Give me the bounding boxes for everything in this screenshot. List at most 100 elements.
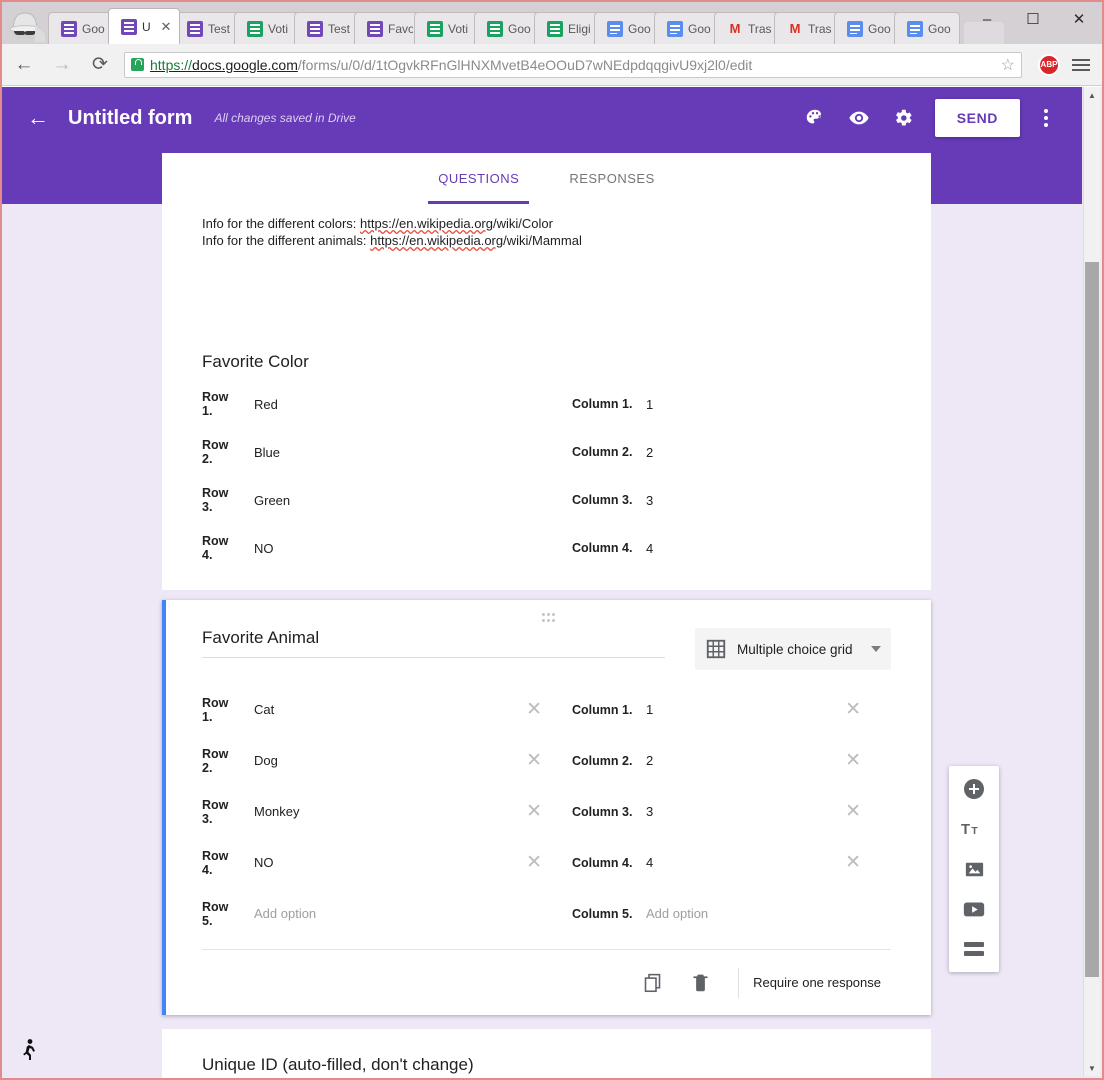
question-title-input[interactable]: Favorite Animal <box>202 628 665 658</box>
question-footer-toolbar: Require one response <box>202 949 891 1015</box>
row-value[interactable]: Blue <box>254 445 280 460</box>
browser-tab[interactable]: Test <box>294 12 360 44</box>
add-column-option[interactable]: Add option <box>646 906 708 921</box>
page-scrollbar[interactable]: ▲ ▼ <box>1083 87 1100 1076</box>
browser-tab[interactable]: M Tras <box>774 12 840 44</box>
remove-column-icon[interactable]: ✕ <box>845 853 861 872</box>
tab-questions[interactable]: QUESTIONS <box>428 153 530 204</box>
row-value[interactable]: Green <box>254 493 290 508</box>
maximize-button[interactable]: ☐ <box>1010 4 1056 34</box>
column-value[interactable]: 1 <box>646 397 653 412</box>
toolbar-divider <box>738 967 740 998</box>
back-to-drive-icon[interactable]: ← <box>18 105 58 131</box>
drag-handle-icon[interactable] <box>166 610 931 622</box>
column-value[interactable]: 3 <box>646 493 653 508</box>
question-type-select[interactable]: Multiple choice grid <box>695 628 891 670</box>
column-value-input[interactable]: 2 <box>646 753 653 768</box>
google-forms-icon <box>307 20 323 37</box>
tab-title: Test <box>328 21 351 36</box>
adblock-extension-icon[interactable]: ABP <box>1038 53 1060 76</box>
remove-column-icon[interactable]: ✕ <box>845 700 861 719</box>
row-number: Row 1. <box>202 695 229 724</box>
column-value-input[interactable]: 4 <box>646 855 653 870</box>
row-value-input[interactable]: NO <box>254 855 274 870</box>
wikipedia-link-color[interactable]: https://en.wikipedia.org <box>360 216 493 231</box>
browser-tab[interactable]: Favo <box>354 12 420 44</box>
tab-close-icon[interactable]: ✕ <box>159 20 173 34</box>
remove-row-icon[interactable]: ✕ <box>526 751 542 770</box>
browser-tab[interactable]: Voti <box>414 12 480 44</box>
palette-icon[interactable] <box>793 96 837 140</box>
running-person-icon[interactable] <box>20 1038 40 1062</box>
address-bar[interactable]: https://docs.google.com/forms/u/0/d/1tOg… <box>124 51 1022 78</box>
remove-row-icon[interactable]: ✕ <box>526 802 542 821</box>
tab-responses[interactable]: RESPONSES <box>569 153 654 204</box>
remove-row-icon[interactable]: ✕ <box>526 853 542 872</box>
browser-tab-active[interactable]: U ✕ <box>108 8 180 44</box>
close-window-button[interactable]: ✕ <box>1056 4 1102 34</box>
row-value[interactable]: Red <box>254 397 278 412</box>
column-value-input[interactable]: 3 <box>646 804 653 819</box>
add-question-icon[interactable] <box>954 774 994 804</box>
minimize-button[interactable]: – <box>964 4 1010 34</box>
add-row-option[interactable]: Add option <box>254 906 316 921</box>
column-number: Column 4. <box>572 855 633 870</box>
wikipedia-link-animal[interactable]: https://en.wikipedia.org <box>370 233 503 248</box>
trash-icon[interactable] <box>676 959 724 1007</box>
forms-header: ← Untitled form All changes saved in Dri… <box>2 87 1082 204</box>
form-title[interactable]: Untitled form <box>68 107 192 130</box>
scroll-up-icon[interactable]: ▲ <box>1084 87 1100 103</box>
grid-option-row: Row 2. Dog ✕ Column 2. 2 ✕ <box>202 735 891 786</box>
scroll-down-icon[interactable]: ▼ <box>1084 1060 1100 1076</box>
browser-tab[interactable]: Voti <box>234 12 300 44</box>
browser-tab[interactable]: Goo <box>654 12 720 44</box>
preview-eye-icon[interactable] <box>837 96 881 140</box>
column-value[interactable]: 4 <box>646 541 653 556</box>
tab-title: Tras <box>808 21 832 36</box>
browser-tab[interactable]: Eligi <box>534 12 600 44</box>
column-value[interactable]: 2 <box>646 445 653 460</box>
google-forms-icon <box>121 18 137 35</box>
browser-tab[interactable]: Goo <box>894 12 960 44</box>
question-card-favorite-color[interactable]: Favorite Color Row 1. Red Column 1. 1 Ro… <box>162 334 931 590</box>
form-column: Info for the different colors: https://e… <box>162 204 931 1078</box>
browser-tab[interactable]: Goo <box>594 12 660 44</box>
remove-column-icon[interactable]: ✕ <box>845 751 861 770</box>
browser-tab[interactable]: Test <box>174 12 240 44</box>
duplicate-icon[interactable] <box>628 959 676 1007</box>
forward-button[interactable]: → <box>46 49 78 81</box>
reload-button[interactable]: ⟳ <box>84 49 116 81</box>
scrollbar-thumb[interactable] <box>1085 262 1099 977</box>
chrome-menu-icon[interactable] <box>1068 56 1094 74</box>
grid-option-row: Row 3. Green Column 3. 3 <box>202 476 891 524</box>
remove-row-icon[interactable]: ✕ <box>526 700 542 719</box>
row-value-input[interactable]: Monkey <box>254 804 300 819</box>
row-value-input[interactable]: Cat <box>254 702 274 717</box>
question-card-unique-id[interactable]: Unique ID (auto-filled, don't change) Sh… <box>162 1029 931 1078</box>
browser-tab[interactable]: M Tras <box>714 12 780 44</box>
row-number: Row 5. <box>202 899 229 928</box>
row-number: Row 1. <box>202 390 229 418</box>
column-value-input[interactable]: 1 <box>646 702 653 717</box>
row-value[interactable]: NO <box>254 541 274 556</box>
settings-gear-icon[interactable] <box>881 96 925 140</box>
add-title-icon[interactable]: T T <box>954 814 994 844</box>
question-card-favorite-animal[interactable]: Favorite Animal Multiple choice grid Row… <box>162 600 931 1015</box>
remove-column-icon[interactable]: ✕ <box>845 802 861 821</box>
send-button[interactable]: SEND <box>934 99 1020 137</box>
add-image-icon[interactable] <box>954 854 994 884</box>
row-number: Row 2. <box>202 438 229 466</box>
grid-option-row: Row 1. Cat ✕ Column 1. 1 ✕ <box>202 684 891 735</box>
browser-tab[interactable]: Goo <box>834 12 900 44</box>
google-sheets-icon <box>487 20 503 37</box>
chevron-down-icon[interactable] <box>871 646 881 652</box>
add-video-icon[interactable] <box>954 894 994 924</box>
add-section-icon[interactable] <box>954 934 994 964</box>
more-vertical-icon[interactable] <box>1026 109 1066 127</box>
tab-title: Eligi <box>568 21 591 36</box>
row-value-input[interactable]: Dog <box>254 753 278 768</box>
browser-tab[interactable]: Goo <box>474 12 540 44</box>
back-button[interactable]: ← <box>8 49 40 81</box>
browser-tab[interactable]: Goo ✕ <box>48 12 114 44</box>
bookmark-star-icon[interactable]: ☆ <box>1001 55 1015 75</box>
